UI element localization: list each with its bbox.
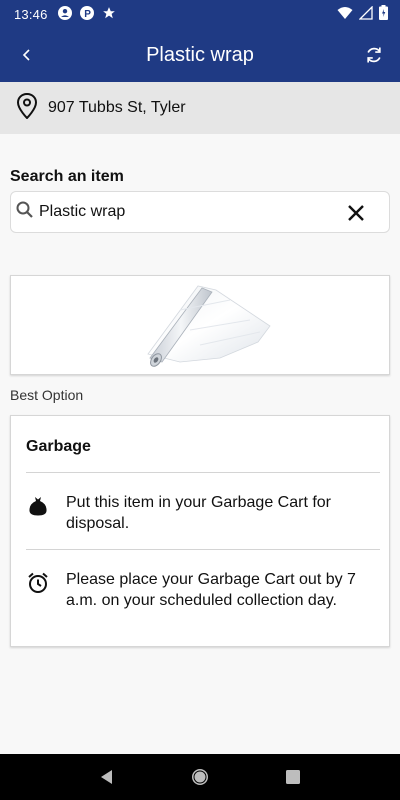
- search-label: Search an item: [10, 168, 124, 185]
- address-text: 907 Tubbs St, Tyler: [48, 99, 186, 116]
- system-nav-bar: [0, 754, 400, 800]
- recents-square-icon: [286, 770, 301, 784]
- close-icon: [348, 205, 364, 221]
- search-box[interactable]: [10, 191, 390, 233]
- address-bar[interactable]: 907 Tubbs St, Tyler: [0, 82, 400, 134]
- search-input[interactable]: [39, 203, 339, 221]
- option-row: Please place your Garbage Cart out by 7 …: [26, 569, 380, 611]
- page-title: Plastic wrap: [146, 43, 254, 66]
- clear-search-button[interactable]: [345, 202, 367, 224]
- status-time: 13:46: [14, 6, 48, 22]
- disposal-option-card: Garbage Put this item in your Garbage Ca…: [10, 415, 390, 647]
- main-content: Search an item Plastic wrap Best Option …: [0, 134, 400, 754]
- nav-home-button[interactable]: [188, 765, 212, 789]
- location-pin-icon: [16, 92, 38, 124]
- divider: [26, 549, 380, 550]
- star-icon: [102, 6, 116, 23]
- option-row-text: Please place your Garbage Cart out by 7 …: [66, 571, 356, 609]
- alarm-clock-icon: [26, 571, 50, 595]
- account-circle-icon: [57, 5, 72, 23]
- signal-icon: [358, 4, 373, 23]
- garbage-bag-icon: [26, 494, 50, 518]
- nav-recents-button[interactable]: [281, 765, 305, 789]
- nav-back-button[interactable]: [95, 765, 119, 789]
- back-triangle-icon: [100, 770, 112, 784]
- item-image-card: [10, 275, 390, 375]
- refresh-icon: [367, 47, 381, 63]
- status-bar: 13:46 P: [0, 0, 400, 28]
- back-button[interactable]: [14, 42, 40, 68]
- option-row-text: Put this item in your Garbage Cart for d…: [66, 494, 331, 532]
- home-circle-icon: [191, 769, 208, 785]
- option-row: Put this item in your Garbage Cart for d…: [26, 492, 380, 534]
- chevron-left-icon: [22, 49, 30, 61]
- plastic-wrap-image: [147, 285, 271, 367]
- search-icon: [15, 200, 35, 225]
- option-title: Garbage: [26, 438, 91, 455]
- battery-icon: [379, 5, 388, 23]
- refresh-button[interactable]: [360, 41, 388, 69]
- parking-icon: P: [79, 5, 94, 23]
- app-bar: Plastic wrap: [0, 28, 400, 82]
- wifi-icon: [337, 6, 353, 23]
- svg-text:P: P: [84, 9, 91, 20]
- divider: [26, 472, 380, 473]
- best-option-label: Best Option: [10, 387, 84, 403]
